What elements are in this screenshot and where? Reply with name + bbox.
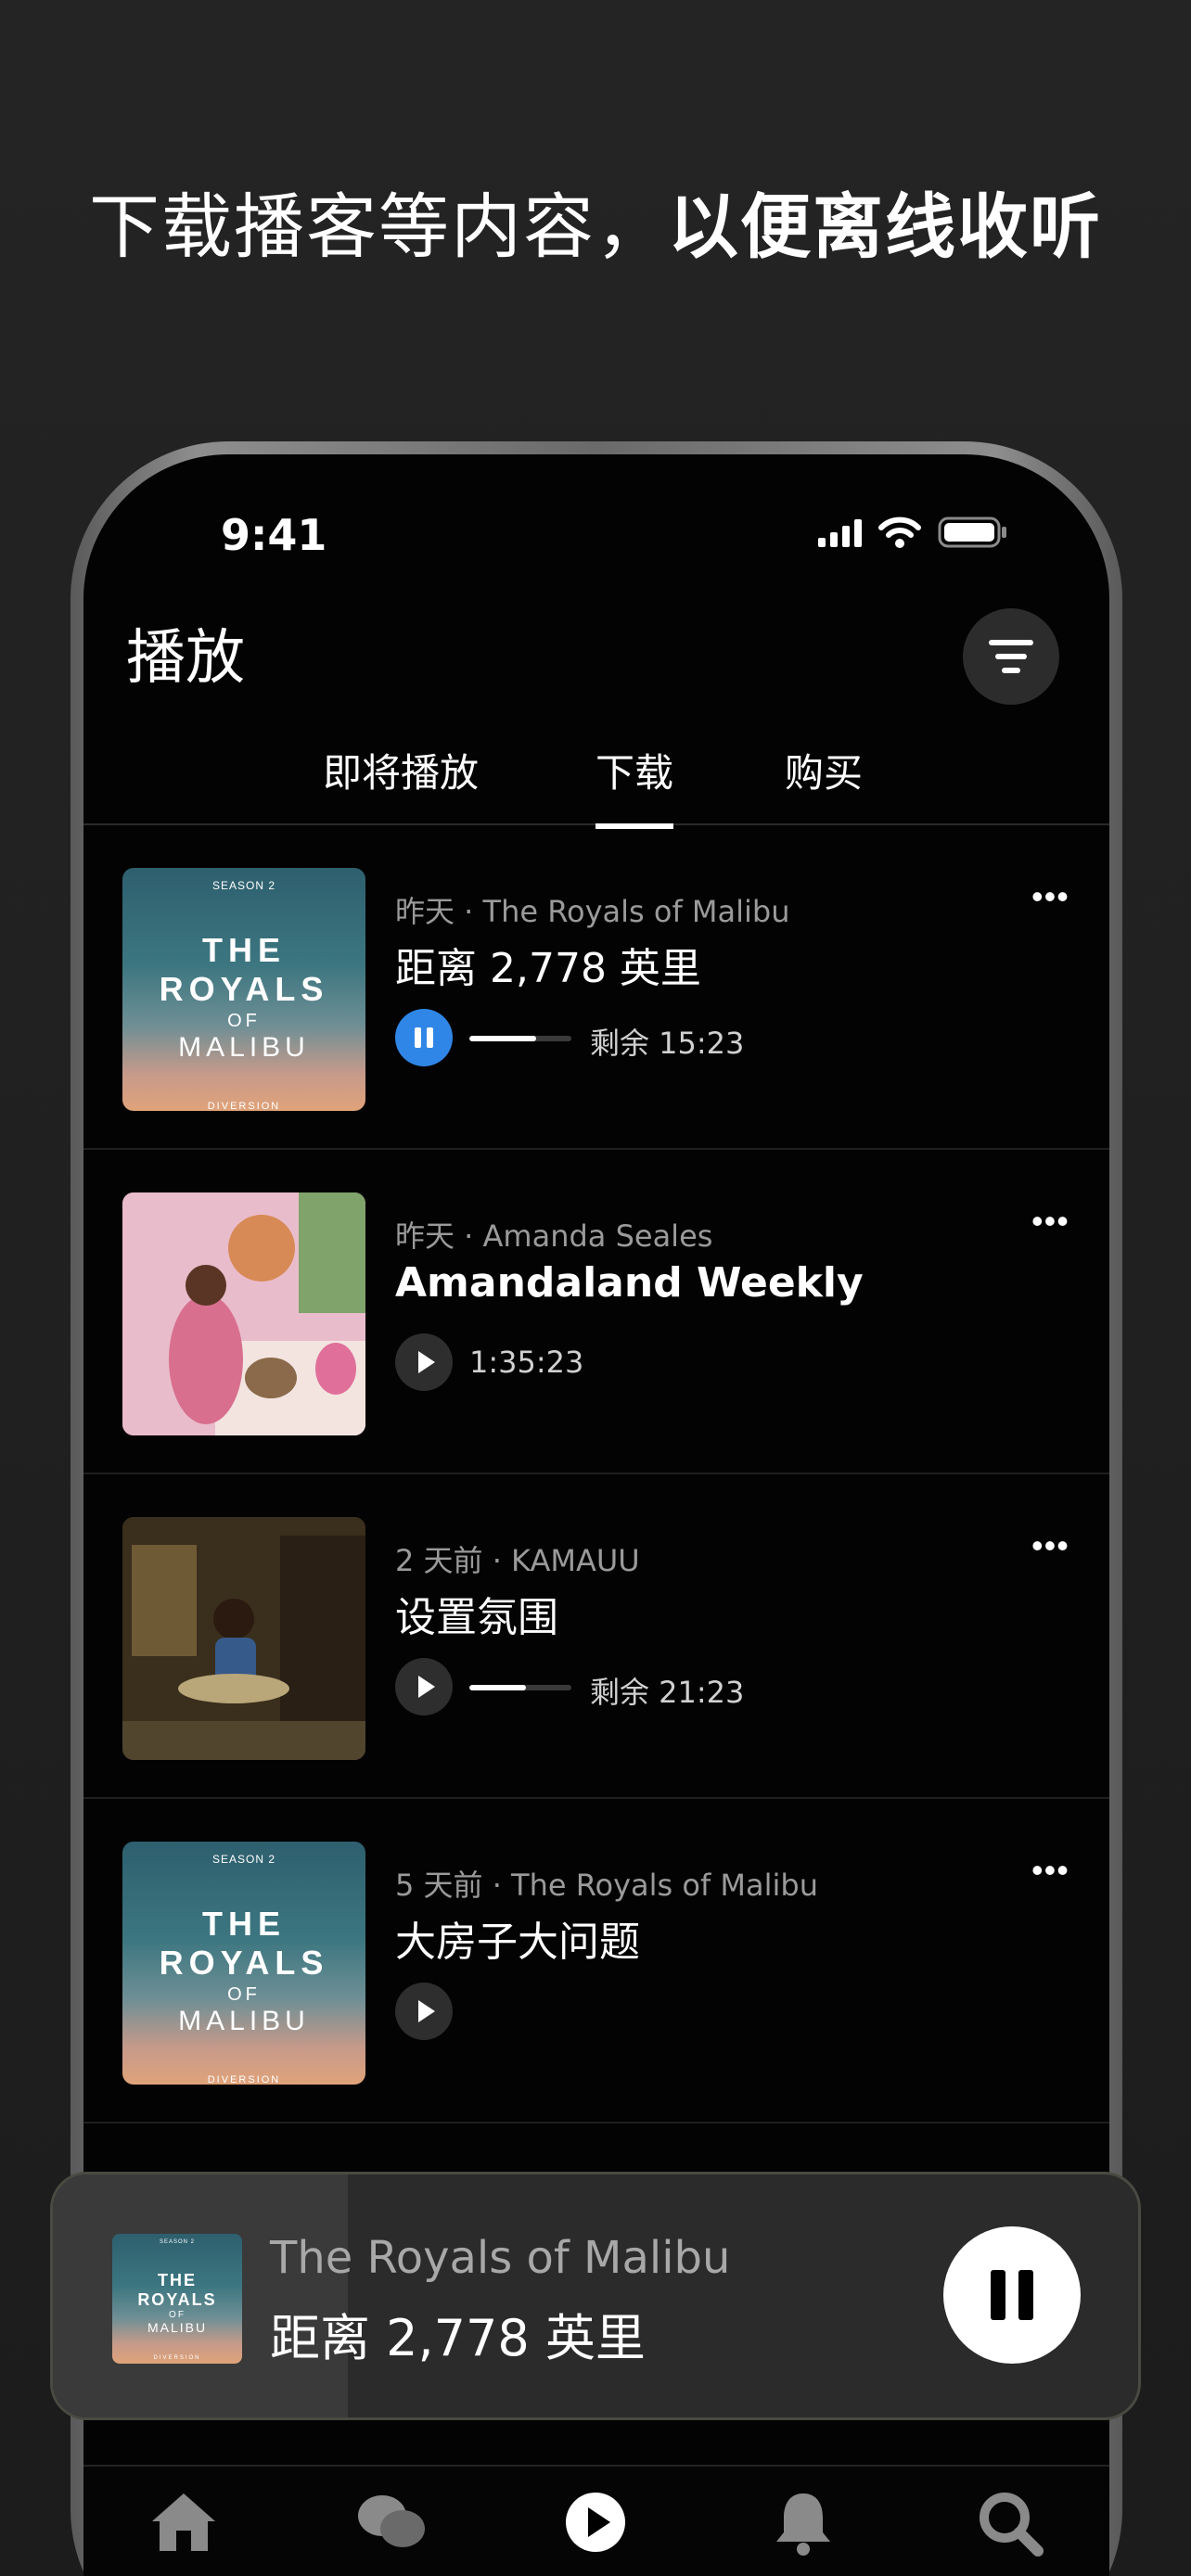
artwork-line3: OF: [169, 2310, 186, 2320]
status-time: 9:41: [221, 510, 327, 560]
episode-title: 大房子大问题: [395, 1919, 640, 1966]
progress-fill: [469, 1036, 536, 1041]
play-button[interactable]: [395, 1333, 453, 1391]
pause-button[interactable]: [395, 1009, 453, 1066]
artwork-line2: ROYALS: [137, 2290, 217, 2309]
headline-bold-text: 以便离线收听: [668, 185, 1102, 268]
filter-icon: [989, 640, 1033, 645]
mini-player-pause-button[interactable]: [943, 2226, 1081, 2364]
list-item[interactable]: 2 天前 · KAMAUU 设置氛围 ••• 剩余 21:23: [83, 1474, 1109, 1799]
episode-title: 设置氛围: [395, 1594, 558, 1641]
episode-meta: 昨天 · The Royals of Malibu: [395, 894, 790, 929]
podcast-artwork: SEASON 2 THE ROYALS OF MALIBU DIVERSION: [122, 1842, 365, 2085]
artwork-line1: THE: [202, 931, 286, 969]
mini-player[interactable]: SEASON 2 THE ROYALS OF MALIBU DIVERSION …: [50, 2172, 1141, 2420]
wifi-icon: [878, 516, 921, 548]
artwork-line2: ROYALS: [159, 1944, 329, 1982]
more-options-icon[interactable]: •••: [1031, 1526, 1069, 1565]
list-item[interactable]: SEASON 2 THE ROYALS OF MALIBU DIVERSION …: [83, 1799, 1109, 2123]
status-icons: [818, 514, 1008, 551]
promo-headline: 下载播客等内容，以便离线收听: [0, 181, 1191, 274]
play-icon[interactable]: [558, 2485, 633, 2559]
artwork-season: SEASON 2: [211, 879, 276, 892]
artwork-line4: MALIBU: [178, 2006, 310, 2036]
page-title: 播放: [126, 624, 245, 693]
search-icon[interactable]: [972, 2485, 1046, 2559]
mini-player-artwork: SEASON 2 THE ROYALS OF MALIBU DIVERSION: [112, 2234, 242, 2364]
episode-meta: 5 天前 · The Royals of Malibu: [395, 1868, 819, 1903]
play-button[interactable]: [395, 1658, 453, 1715]
episode-meta: 昨天 · Amanda Seales: [395, 1218, 713, 1254]
artwork-line3: OF: [227, 1984, 261, 2005]
chat-icon[interactable]: [354, 2485, 429, 2559]
list-item[interactable]: SEASON 2 THE ROYALS OF MALIBU DIVERSION …: [83, 825, 1109, 1150]
list-item[interactable]: 昨天 · Amanda Seales Amandaland Weekly •••…: [83, 1150, 1109, 1474]
episode-title: 距离 2,778 英里: [395, 945, 701, 992]
artwork-line2: ROYALS: [159, 970, 329, 1008]
pause-icon: [415, 1027, 433, 1048]
episode-list: SEASON 2 THE ROYALS OF MALIBU DIVERSION …: [83, 825, 1109, 2123]
artwork-season: SEASON 2: [159, 2239, 195, 2245]
tab-bar-top: 即将播放 下载 购买: [83, 733, 1109, 829]
play-icon: [417, 2000, 435, 2022]
tab-downloads[interactable]: 下载: [596, 742, 674, 829]
tab-upcoming[interactable]: 即将播放: [323, 742, 479, 798]
home-icon[interactable]: [147, 2485, 221, 2559]
bell-icon[interactable]: [766, 2485, 840, 2559]
progress-fill: [469, 1685, 526, 1690]
artwork-line1: THE: [158, 2271, 197, 2289]
podcast-artwork: [122, 1517, 365, 1760]
artwork-line4: MALIBU: [147, 2320, 208, 2335]
filter-button[interactable]: [963, 608, 1059, 705]
episode-progress: [469, 1036, 571, 1041]
podcast-artwork: [122, 1192, 365, 1435]
artwork-photo: [122, 1517, 365, 1760]
battery-icon: [938, 516, 1006, 548]
artwork-season: SEASON 2: [211, 1853, 276, 1866]
more-options-icon[interactable]: •••: [1031, 1851, 1069, 1890]
headline-regular-text: 下载播客等内容，: [89, 185, 668, 268]
artwork-brand: DIVERSION: [207, 2074, 281, 2085]
episode-meta: 2 天前 · KAMAUU: [395, 1543, 640, 1578]
mini-player-episode: 距离 2,778 英里: [270, 2309, 646, 2367]
play-icon: [417, 1351, 435, 1373]
episode-progress: [469, 1685, 571, 1690]
episode-time: 1:35:23: [469, 1345, 584, 1380]
more-options-icon[interactable]: •••: [1031, 877, 1069, 916]
artwork-brand: DIVERSION: [207, 1101, 281, 1111]
cellular-signal-icon: [818, 517, 862, 547]
artwork-line3: OF: [227, 1011, 261, 1031]
bottom-tab-bar: [83, 2465, 1109, 2576]
tab-purchased[interactable]: 购买: [785, 742, 863, 798]
play-icon: [417, 1676, 435, 1698]
artwork-line4: MALIBU: [178, 1032, 310, 1063]
artwork-brand: DIVERSION: [153, 2355, 201, 2361]
episode-title: Amandaland Weekly: [395, 1259, 864, 1307]
mini-player-show: The Royals of Malibu: [270, 2232, 731, 2284]
artwork-photo: [122, 1192, 365, 1435]
more-options-icon[interactable]: •••: [1031, 1202, 1069, 1241]
episode-time: 剩余 15:23: [590, 1026, 745, 1061]
play-button[interactable]: [395, 1983, 453, 2040]
podcast-artwork: SEASON 2 THE ROYALS OF MALIBU DIVERSION: [122, 868, 365, 1111]
episode-time: 剩余 21:23: [590, 1675, 745, 1710]
artwork-line1: THE: [202, 1905, 286, 1943]
